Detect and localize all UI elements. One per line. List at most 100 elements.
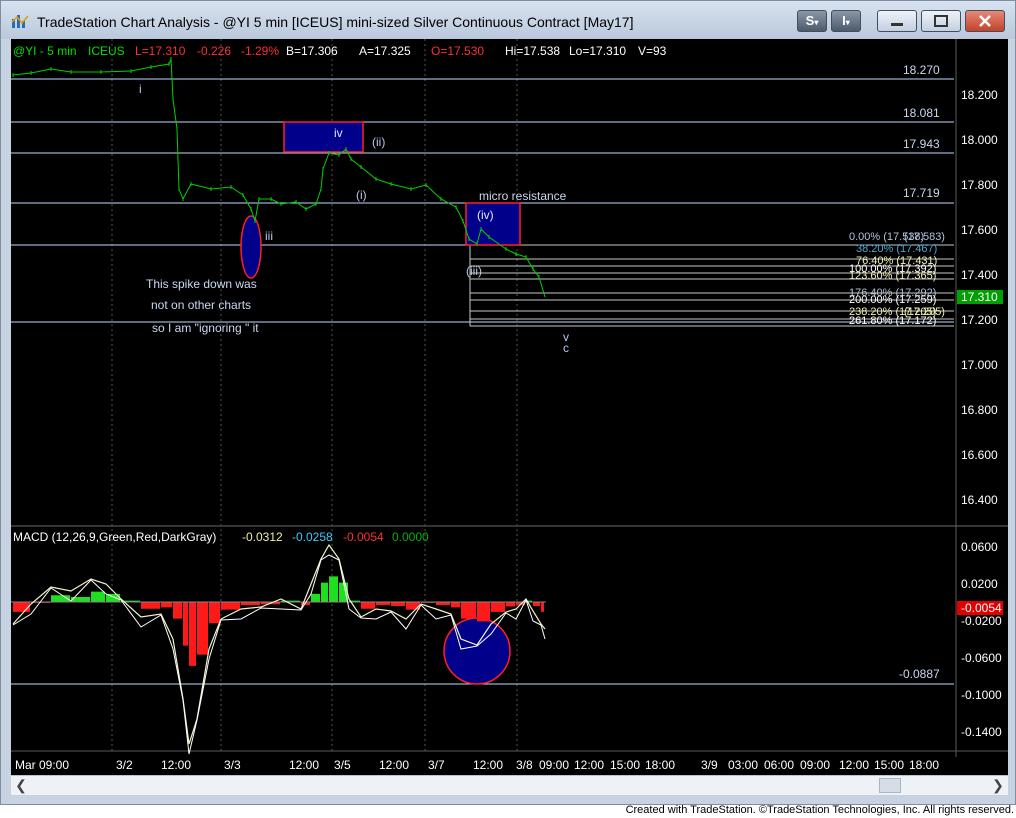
- spike-ellipse: [240, 215, 262, 279]
- wave-iv-box: [283, 121, 364, 153]
- level-label: 17.719: [903, 186, 940, 200]
- minimize-icon: [891, 23, 903, 26]
- micro-resistance-label: micro resistance: [479, 189, 567, 203]
- last-price: L=17.310: [135, 44, 186, 58]
- scroll-thumb[interactable]: [879, 778, 901, 793]
- level-labels: 18.270 18.081 17.943 17.719: [903, 63, 940, 200]
- high-price: Hi=17.538: [505, 44, 560, 58]
- time-label: 15:00: [610, 758, 640, 772]
- time-label: 3/2: [116, 758, 133, 772]
- chart-area[interactable]: @YI - 5 min ICEUS L=17.310 -0.226 -1.29%…: [11, 39, 1008, 775]
- wave-label-i-paren: (i): [356, 188, 367, 202]
- maximize-button[interactable]: [921, 10, 961, 32]
- net-change: -0.226: [197, 44, 231, 58]
- fib-labels: 0.00% (17.538) 38.20% (17.467) 76.40% (1…: [849, 231, 945, 327]
- time-label: 12:00: [379, 758, 409, 772]
- macd-tick: 0.0200: [961, 577, 998, 591]
- open-price: O=17.530: [431, 44, 484, 58]
- scroll-right-arrow-icon[interactable]: ❯: [990, 776, 1006, 795]
- time-label: 06:00: [764, 758, 794, 772]
- wave-label-iii: iii: [265, 229, 273, 243]
- close-button[interactable]: [965, 10, 1005, 32]
- macd-tick: -0.0200: [961, 614, 1002, 628]
- wave-label-iii-paren: (iii): [466, 264, 482, 278]
- macd-axis: 0.0600 0.0200 -0.0200 -0.0600 -0.1000 -0…: [961, 540, 1002, 739]
- low-price: Lo=17.310: [569, 44, 626, 58]
- time-label: 09:00: [800, 758, 830, 772]
- time-label: 3/3: [224, 758, 241, 772]
- macd-value3: -0.0054: [343, 530, 384, 544]
- price-header: @YI - 5 min ICEUS L=17.310 -0.226 -1.29%…: [13, 44, 667, 58]
- horizontal-scrollbar[interactable]: ❮ ❯: [11, 775, 1008, 795]
- macd-tick: 0.0600: [961, 540, 998, 554]
- level-label: 18.081: [903, 106, 940, 120]
- macd-histogram-positive: [51, 576, 532, 602]
- window-title: TradeStation Chart Analysis - @YI 5 min …: [37, 14, 634, 30]
- wave-label-c: c: [563, 341, 569, 355]
- macd-circle: [443, 617, 511, 685]
- chart-window: TradeStation Chart Analysis - @YI 5 min …: [0, 0, 1016, 805]
- last-price-label: 17.310: [961, 290, 998, 304]
- time-label: Mar 09:00: [15, 758, 69, 772]
- fib-label: 200.00% (17.259): [849, 294, 936, 306]
- time-label: 12:00: [574, 758, 604, 772]
- time-label: 3/5: [334, 758, 351, 772]
- dropdown-arrow-icon: ▾: [814, 18, 819, 27]
- wave-label-iv: iv: [334, 126, 343, 140]
- price-tick: 18.000: [961, 133, 998, 147]
- macd-level-label: -0.0887: [899, 667, 940, 681]
- time-label: 15:00: [874, 758, 904, 772]
- time-label: 3/7: [428, 758, 445, 772]
- price-tick: 17.400: [961, 268, 998, 282]
- macd-value2: -0.0258: [292, 530, 333, 544]
- time-label: 18:00: [645, 758, 675, 772]
- macd-label: MACD (12,26,9,Green,Red,DarkGray): [13, 530, 216, 544]
- price-tick: 16.400: [961, 493, 998, 507]
- wave-label-i: i: [139, 82, 142, 96]
- dropdown-arrow-icon: ▾: [845, 18, 850, 27]
- wave-label-ii-paren: (ii): [372, 135, 385, 149]
- price-tick: 17.800: [961, 178, 998, 192]
- macd-tick: -0.1000: [961, 688, 1002, 702]
- scroll-left-arrow-icon[interactable]: ❮: [13, 776, 29, 795]
- symbol-label: @YI - 5 min: [13, 44, 77, 58]
- price-tick: 17.600: [961, 223, 998, 237]
- bid-price: B=17.306: [286, 44, 338, 58]
- app-icon: [11, 15, 29, 28]
- volume: V=93: [638, 44, 667, 58]
- macd-tick: -0.0600: [961, 651, 1002, 665]
- price-tick: 17.200: [961, 313, 998, 327]
- spike-note-line3: so I am "ignoring " it: [152, 321, 259, 335]
- minimize-button[interactable]: [877, 10, 917, 32]
- time-label: 12:00: [473, 758, 503, 772]
- price-tick: 17.000: [961, 358, 998, 372]
- footer-credit: Created with TradeStation. ©TradeStation…: [625, 804, 1014, 816]
- price-tick: 16.600: [961, 448, 998, 462]
- fib-overlap-label: (17.205): [904, 306, 945, 318]
- macd-header: MACD (12,26,9,Green,Red,DarkGray) -0.031…: [13, 530, 429, 544]
- spike-note-line2: not on other charts: [151, 298, 251, 312]
- chart-canvas[interactable]: @YI - 5 min ICEUS L=17.310 -0.226 -1.29%…: [11, 39, 1008, 775]
- time-label: 12:00: [161, 758, 191, 772]
- pct-change: -1.29%: [241, 44, 279, 58]
- maximize-icon: [934, 15, 948, 27]
- macd-value4: 0.0000: [392, 530, 429, 544]
- spike-note-line1: This spike down was: [146, 277, 257, 291]
- fib-label: 38.20% (17.467): [856, 243, 937, 255]
- time-label: 09:00: [539, 758, 569, 772]
- title-bar[interactable]: TradeStation Chart Analysis - @YI 5 min …: [1, 1, 1015, 39]
- time-label: 3/9: [701, 758, 718, 772]
- i-menu-button[interactable]: I▾: [831, 10, 861, 32]
- time-label: 3/8: [516, 758, 533, 772]
- price-bars: [12, 57, 546, 298]
- exchange-label: ICEUS: [88, 44, 125, 58]
- time-label: 12:00: [289, 758, 319, 772]
- s-menu-button[interactable]: S▾: [797, 10, 827, 32]
- macd-tick: -0.1400: [961, 725, 1002, 739]
- wave-label-iv-paren: (iv): [477, 208, 494, 222]
- close-icon: [979, 15, 991, 27]
- macd-value1: -0.0312: [242, 530, 283, 544]
- fib-label: 123.60% (17.365): [849, 270, 936, 282]
- price-tick: 16.800: [961, 403, 998, 417]
- macd-current-label: -0.0054: [961, 601, 1002, 615]
